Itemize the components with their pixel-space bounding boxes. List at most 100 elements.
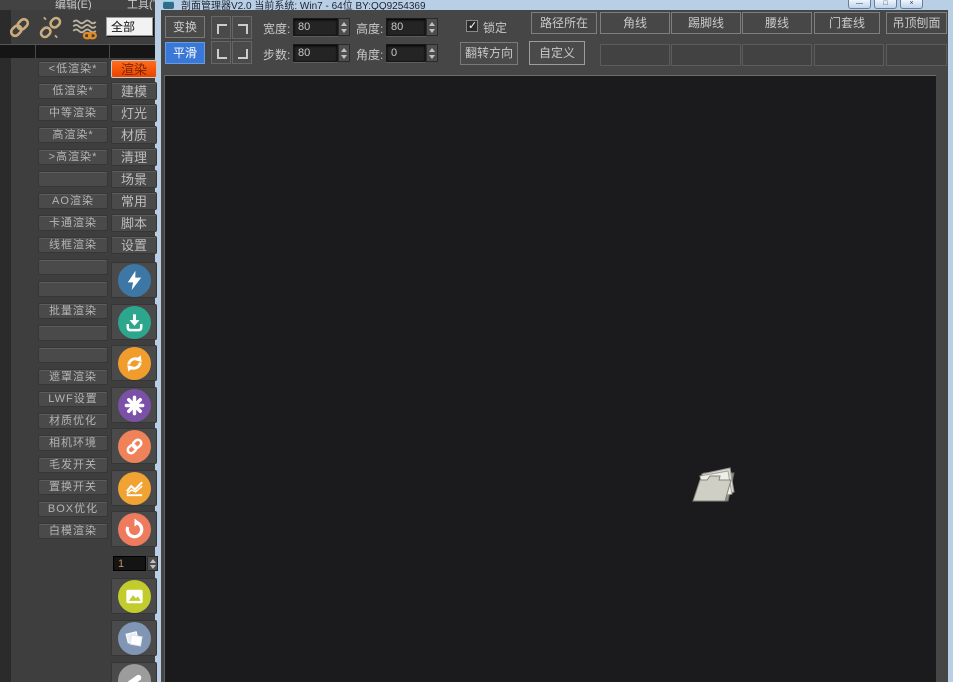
sidebar-button-empty-12[interactable] [38,325,108,341]
sidebar-button-empty-13[interactable] [38,347,108,363]
sidebar-button-6[interactable]: AO渲染 [38,193,108,209]
corner-top-right-icon [238,24,248,34]
refresh-icon [118,513,151,546]
download-icon [118,306,151,339]
menu-tools[interactable]: 工具(T [127,0,155,10]
angle-stepper[interactable] [426,44,438,62]
sidebar-button-0[interactable]: <低渲染* [38,61,108,77]
tab-设置[interactable]: 设置 [111,236,157,254]
empty-slot-button-2[interactable] [742,44,812,66]
tab-灯光[interactable]: 灯光 [111,104,157,122]
host-left-edge [0,0,11,682]
host-toolbar: 全部 [0,13,155,42]
lock-checkbox[interactable] [466,20,478,32]
width-label: 宽度: [263,20,290,37]
preset-button-4[interactable]: 门套线 [814,12,880,34]
tab-建模[interactable]: 建模 [111,82,157,100]
sidebar-button-15[interactable]: LWF设置 [38,391,108,407]
sidebar-button-empty-9[interactable] [38,259,108,275]
empty-slot-button-4[interactable] [886,44,947,66]
corner-bottom-right-icon [238,49,248,59]
window-titlebar[interactable]: 剖面管理器V2.0 当前系统: Win7 - 64位 BY:QQ9254369 [155,0,953,10]
sidebar-button-16[interactable]: 材质优化 [38,413,108,429]
transform-button[interactable]: 变换 [165,16,205,38]
photos-icon [118,622,151,655]
preset-button-2[interactable]: 踢脚线 [671,12,741,34]
tab-清理[interactable]: 清理 [111,148,157,166]
sidebar-button-8[interactable]: 线框渲染 [38,237,108,253]
minimize-button[interactable]: — [848,0,871,9]
menu-edit[interactable]: 编辑(E) [55,0,92,10]
angle-field[interactable]: 0 [386,44,426,62]
steps-stepper[interactable] [338,44,350,62]
smooth-button[interactable]: 平滑 [165,42,205,64]
sidebar-button-20[interactable]: BOX优化 [38,501,108,517]
sidebar-icon-button-5[interactable] [111,470,157,506]
sidebar-button-18[interactable]: 毛发开关 [38,457,108,473]
tab-场景[interactable]: 场景 [111,170,157,188]
width-stepper[interactable] [338,18,350,36]
height-field[interactable]: 80 [386,18,426,36]
sidebar-count-stepper[interactable] [147,556,158,571]
custom-button[interactable]: 自定义 [529,41,585,65]
steps-label: 步数: [263,46,290,63]
chain-icon [118,430,151,463]
flip-direction-button[interactable]: 翻转方向 [460,42,518,65]
lightning-icon [118,264,151,297]
tab-材质[interactable]: 材质 [111,126,157,144]
sidebar-bottom-icon-button-0[interactable] [111,578,157,614]
close-button[interactable]: × [900,0,923,9]
empty-slot-button-0[interactable] [600,44,670,66]
sidebar-button-7[interactable]: 卡通渲染 [38,215,108,231]
sidebar-button-empty-10[interactable] [38,281,108,297]
sidebar-bottom-icon-button-2[interactable] [111,662,157,682]
steps-field[interactable]: 80 [293,44,338,62]
empty-slot-button-3[interactable] [814,44,884,66]
chain-broken-icon[interactable] [37,14,64,41]
lock-label: 锁定 [483,19,507,36]
filter-dropdown[interactable]: 全部 [106,17,153,36]
corner-top-left-icon [217,24,227,34]
sidebar-button-empty-5[interactable] [38,171,108,187]
sidebar-icon-button-6[interactable] [111,511,157,547]
chain-link-icon[interactable] [6,14,33,41]
preset-button-3[interactable]: 腰线 [742,12,812,34]
sidebar-icon-button-1[interactable] [111,304,157,340]
maximize-button[interactable]: □ [874,0,897,9]
folder-icon[interactable] [687,461,741,509]
sidebar-button-21[interactable]: 白模渲染 [38,523,108,539]
width-field[interactable]: 80 [293,18,338,36]
sidebar-icon-button-3[interactable] [111,387,157,423]
tab-常用[interactable]: 常用 [111,192,157,210]
corner-bottom-left-icon [217,49,227,59]
canvas[interactable] [164,75,936,682]
sidebar-icon-button-2[interactable] [111,345,157,381]
sidebar-icon-button-0[interactable] [111,262,157,298]
sidebar-button-17[interactable]: 相机环境 [38,435,108,451]
corner-top-right-button[interactable] [232,16,252,39]
app-icon [163,1,174,9]
corner-top-left-button[interactable] [211,16,231,39]
sidebar-icon-button-4[interactable] [111,428,157,464]
height-stepper[interactable] [426,18,438,36]
corner-bottom-right-button[interactable] [232,41,252,64]
sidebar-count-field[interactable]: 1 [113,556,146,571]
height-label: 高度: [356,20,383,37]
sidebar-button-11[interactable]: 批量渲染 [38,303,108,319]
wave-link-icon[interactable] [71,14,98,41]
sidebar-button-1[interactable]: 低渲染* [38,83,108,99]
empty-slot-button-1[interactable] [671,44,741,66]
preset-button-5[interactable]: 吊顶刨面 [886,12,947,34]
sidebar-button-3[interactable]: 高渲染* [38,127,108,143]
sidebar-button-4[interactable]: >高渲染* [38,149,108,165]
tab-渲染[interactable]: 渲染 [111,60,157,78]
sidebar-button-14[interactable]: 遮罩渲染 [38,369,108,385]
sidebar-button-19[interactable]: 置换开关 [38,479,108,495]
preset-button-1[interactable]: 角线 [600,12,670,34]
sidebar-bottom-icon-button-1[interactable] [111,620,157,656]
tab-脚本[interactable]: 脚本 [111,214,157,232]
corner-bottom-left-button[interactable] [211,41,231,64]
sidebar-button-2[interactable]: 中等渲染 [38,105,108,121]
host-divider-bar [0,44,156,58]
preset-button-0[interactable]: 路径所在 [531,12,597,34]
